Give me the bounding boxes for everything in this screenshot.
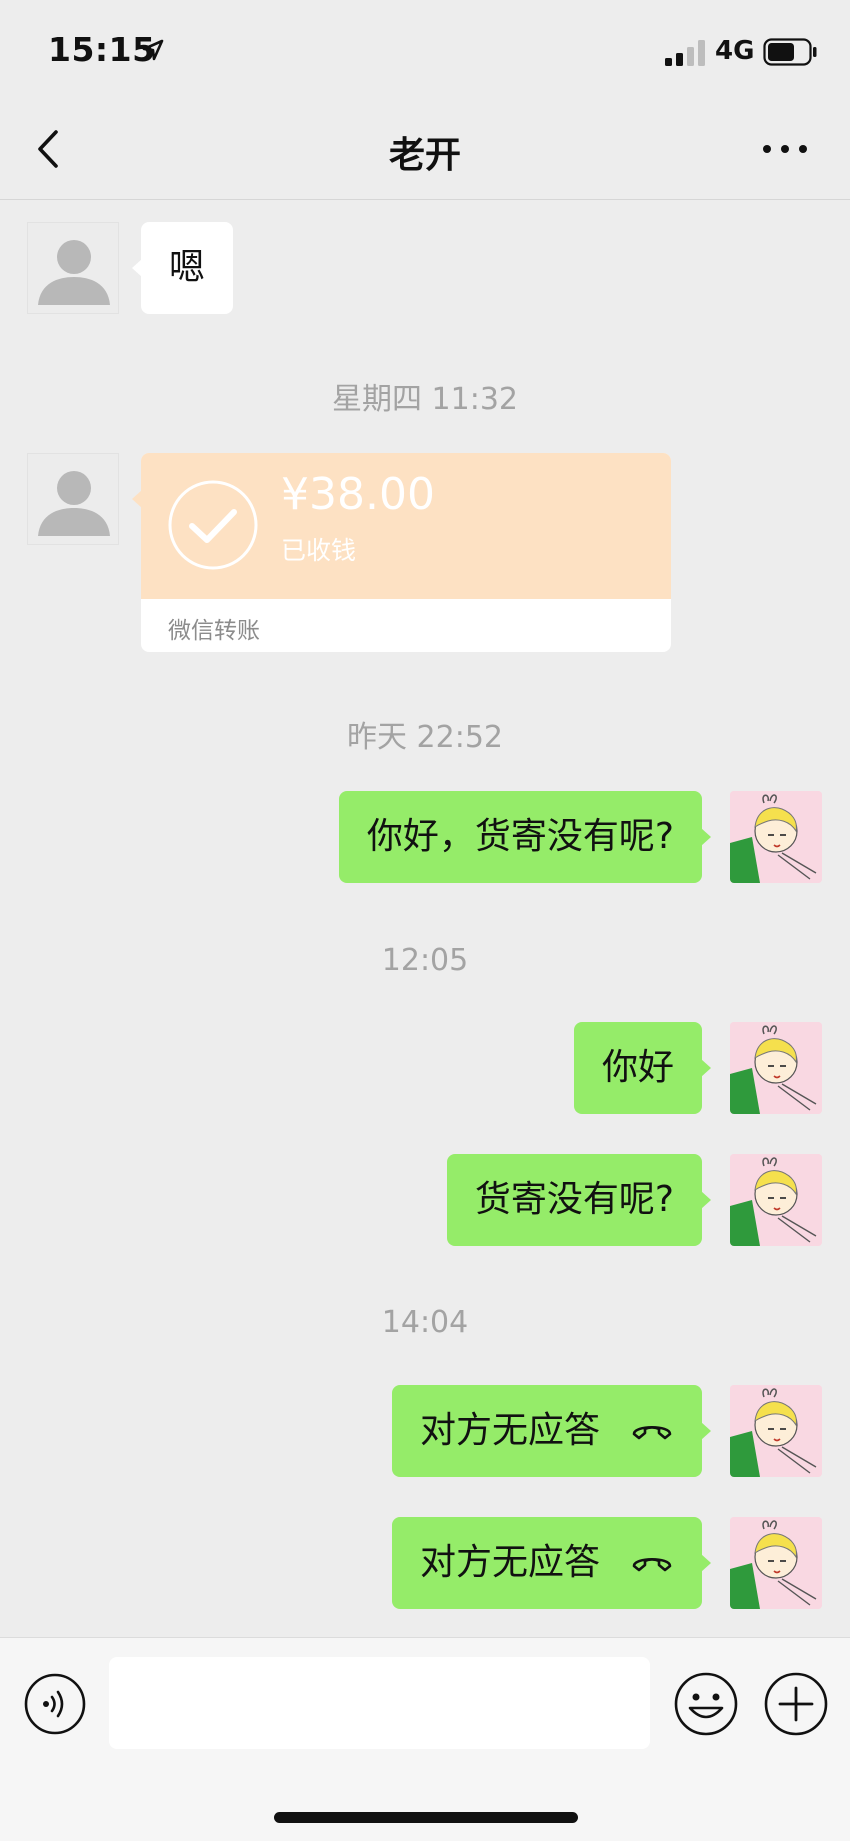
transfer-label: 微信转账 bbox=[168, 618, 260, 644]
my-avatar[interactable] bbox=[730, 1517, 822, 1609]
call-record-bubble[interactable]: 对方无应答 bbox=[391, 1385, 712, 1477]
contact-avatar[interactable] bbox=[27, 453, 119, 545]
message-bubble-incoming[interactable]: 嗯 bbox=[131, 222, 234, 314]
status-time: 15:15 bbox=[48, 30, 156, 69]
default-user-icon bbox=[38, 240, 110, 305]
cartoon-girl-avatar-icon bbox=[730, 791, 822, 883]
message-text: 嗯 bbox=[169, 247, 206, 288]
call-status-text: 对方无应答 bbox=[419, 1410, 600, 1451]
home-indicator bbox=[274, 1812, 578, 1823]
signal-icon bbox=[665, 40, 705, 66]
timestamp: 星期四 11:32 bbox=[332, 382, 518, 417]
message-bubble-outgoing[interactable]: 你好 bbox=[573, 1022, 712, 1114]
network-type: 4G bbox=[715, 36, 755, 66]
message-text: 你好 bbox=[601, 1047, 674, 1088]
transfer-card-top: ¥38.00 已收钱 bbox=[141, 453, 671, 599]
location-arrow-icon bbox=[142, 39, 164, 61]
check-circle-icon bbox=[168, 480, 258, 570]
battery-icon bbox=[763, 38, 817, 66]
my-avatar[interactable] bbox=[730, 1154, 822, 1246]
timestamp: 昨天 22:52 bbox=[347, 720, 503, 755]
my-avatar[interactable] bbox=[730, 1022, 822, 1114]
message-text: 你好，货寄没有呢? bbox=[366, 816, 674, 857]
cartoon-girl-avatar-icon bbox=[730, 1154, 822, 1246]
cartoon-girl-avatar-icon bbox=[730, 1022, 822, 1114]
transfer-status: 已收钱 bbox=[281, 536, 357, 565]
cartoon-girl-avatar-icon bbox=[730, 1517, 822, 1609]
cartoon-girl-avatar-icon bbox=[730, 1385, 822, 1477]
message-bubble-outgoing[interactable]: 你好，货寄没有呢? bbox=[338, 791, 712, 883]
phone-hangup-icon bbox=[632, 1425, 672, 1440]
emoji-icon[interactable] bbox=[674, 1672, 738, 1736]
chat-title: 老开 bbox=[388, 135, 461, 176]
message-input[interactable] bbox=[109, 1657, 650, 1749]
more-dots-icon[interactable] bbox=[760, 124, 810, 174]
my-avatar[interactable] bbox=[730, 791, 822, 883]
transfer-card[interactable]: ¥38.00 已收钱 微信转账 bbox=[141, 453, 671, 652]
default-user-icon bbox=[38, 471, 110, 536]
status-bar: 15:15 4G bbox=[0, 0, 850, 100]
message-text: 货寄没有呢? bbox=[474, 1179, 674, 1220]
transfer-amount: ¥38.00 bbox=[281, 469, 435, 520]
voice-icon[interactable] bbox=[24, 1673, 86, 1735]
timestamp: 14:04 bbox=[381, 1305, 469, 1340]
plus-icon[interactable] bbox=[764, 1672, 828, 1736]
input-bar bbox=[0, 1637, 850, 1841]
contact-avatar[interactable] bbox=[27, 222, 119, 314]
my-avatar[interactable] bbox=[730, 1385, 822, 1477]
message-bubble-outgoing[interactable]: 货寄没有呢? bbox=[446, 1154, 712, 1246]
call-record-bubble[interactable]: 对方无应答 bbox=[391, 1517, 712, 1609]
timestamp: 12:05 bbox=[381, 943, 469, 978]
phone-hangup-icon bbox=[632, 1557, 672, 1572]
nav-bar: 老开 bbox=[0, 100, 850, 200]
call-status-text: 对方无应答 bbox=[419, 1542, 600, 1583]
